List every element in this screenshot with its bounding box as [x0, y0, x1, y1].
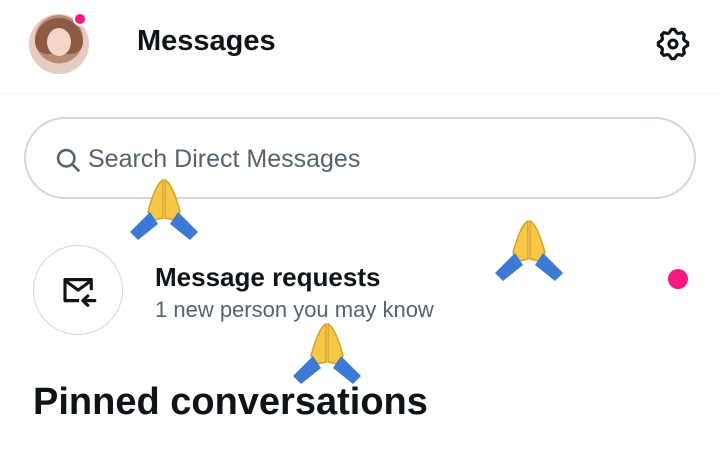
search-input[interactable]: [88, 139, 648, 179]
header: Messages: [0, 0, 720, 94]
search-icon: [56, 148, 80, 172]
envelope-arrow-icon: [63, 278, 97, 307]
message-requests-subtitle: 1 new person you may know: [155, 297, 434, 322]
page-title: Messages: [137, 25, 276, 57]
message-requests-icon-container: [33, 245, 123, 335]
avatar-face: [47, 28, 71, 56]
settings-button[interactable]: [654, 25, 692, 63]
unread-dot: [668, 269, 688, 289]
folded-hands-emoji: [130, 178, 198, 240]
folded-hands-emoji: [293, 322, 361, 384]
folded-hands-emoji: [495, 219, 563, 281]
search-bar[interactable]: [24, 117, 696, 199]
gear-icon: [656, 27, 690, 61]
notification-dot: [73, 12, 87, 26]
pinned-conversations-heading: Pinned conversations: [33, 381, 428, 423]
message-requests-title: Message requests: [155, 262, 381, 292]
